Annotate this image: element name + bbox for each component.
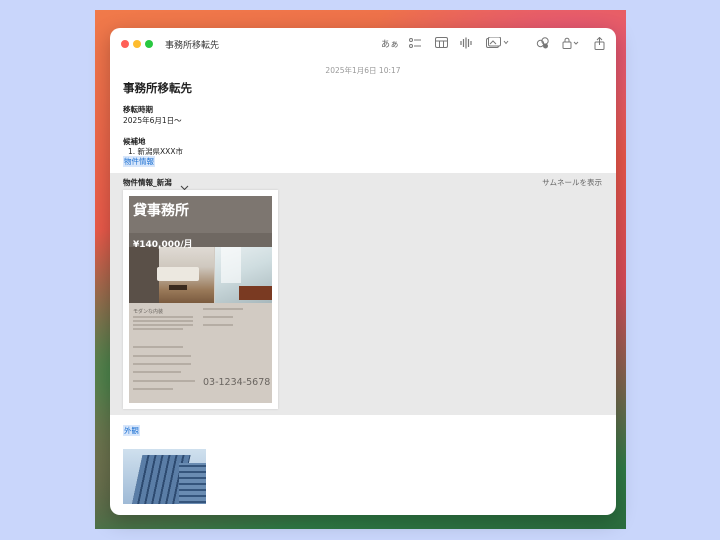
building-graphic: [179, 463, 206, 504]
flyer-text-line: [133, 388, 173, 390]
note-heading[interactable]: 事務所移転先: [123, 80, 192, 96]
flyer-text-line: [133, 346, 183, 348]
flyer-text-line: [133, 316, 193, 318]
window-title: 事務所移転先: [165, 41, 220, 51]
flyer-text-line: [133, 371, 181, 373]
flyer-text-line: [133, 328, 183, 330]
checklist-button[interactable]: [409, 37, 422, 50]
flyer-text-line: [133, 380, 195, 382]
flyer-text-line: [133, 363, 191, 365]
attachment-filename[interactable]: 物件情報_新潟: [123, 177, 172, 188]
flyer-text-line: [133, 320, 193, 322]
titlebar: 事務所移転先 あぁ: [110, 28, 616, 58]
flyer-title: 貸事務所: [133, 203, 189, 219]
notes-window: 事務所移転先 あぁ 2025年1月6日 10:17 事務所移転先 移転時期 20…: [110, 28, 616, 515]
move-date-label[interactable]: 移転時期: [123, 104, 153, 115]
collaborate-icon: [536, 37, 549, 49]
share-button[interactable]: [594, 37, 605, 50]
flyer-text-line: [133, 324, 193, 326]
table-button[interactable]: [435, 37, 448, 50]
audio-record-button[interactable]: [460, 37, 472, 50]
note-timestamp: 2025年1月6日 10:17: [325, 66, 401, 75]
show-thumbnails-button[interactable]: サムネールを表示: [542, 177, 602, 188]
checklist-icon: [409, 38, 421, 48]
flyer-text-line: [203, 324, 233, 326]
move-date-value[interactable]: 2025年6月1日〜: [123, 115, 182, 126]
close-window-button[interactable]: [121, 40, 129, 48]
exterior-link[interactable]: 外観: [123, 425, 140, 436]
property-info-link[interactable]: 物件情報: [123, 156, 155, 167]
flyer-subtitle: モダンな内装: [133, 309, 164, 315]
collaborate-button[interactable]: [536, 37, 550, 50]
flyer-text-line: [133, 355, 191, 357]
minimize-window-button[interactable]: [133, 40, 141, 48]
format-text-button[interactable]: あぁ: [381, 37, 399, 50]
zoom-window-button[interactable]: [145, 40, 153, 48]
waveform-icon: [460, 37, 472, 49]
exterior-photo[interactable]: [123, 449, 206, 504]
photo-icon: [486, 37, 509, 48]
table-icon: [435, 37, 448, 48]
flyer-price: ¥140,000/月: [133, 240, 193, 250]
lock-icon: [562, 37, 579, 49]
flyer-text-line: [203, 308, 243, 310]
flyer-page: 貸事務所 ¥140,000/月 モダンな内装 03-1234-5678: [129, 196, 272, 403]
flyer-text-line: [203, 316, 233, 318]
pdf-attachment[interactable]: 物件情報_新潟 サムネールを表示 貸事務所 ¥140,000/月 モダンな内装: [110, 173, 616, 415]
media-button[interactable]: [486, 37, 510, 50]
lock-button[interactable]: [562, 37, 580, 50]
share-icon: [594, 37, 605, 50]
pdf-page-preview[interactable]: 貸事務所 ¥140,000/月 モダンな内装 03-1234-5678: [123, 190, 278, 409]
flyer-phone-number: 03-1234-5678: [203, 377, 271, 388]
